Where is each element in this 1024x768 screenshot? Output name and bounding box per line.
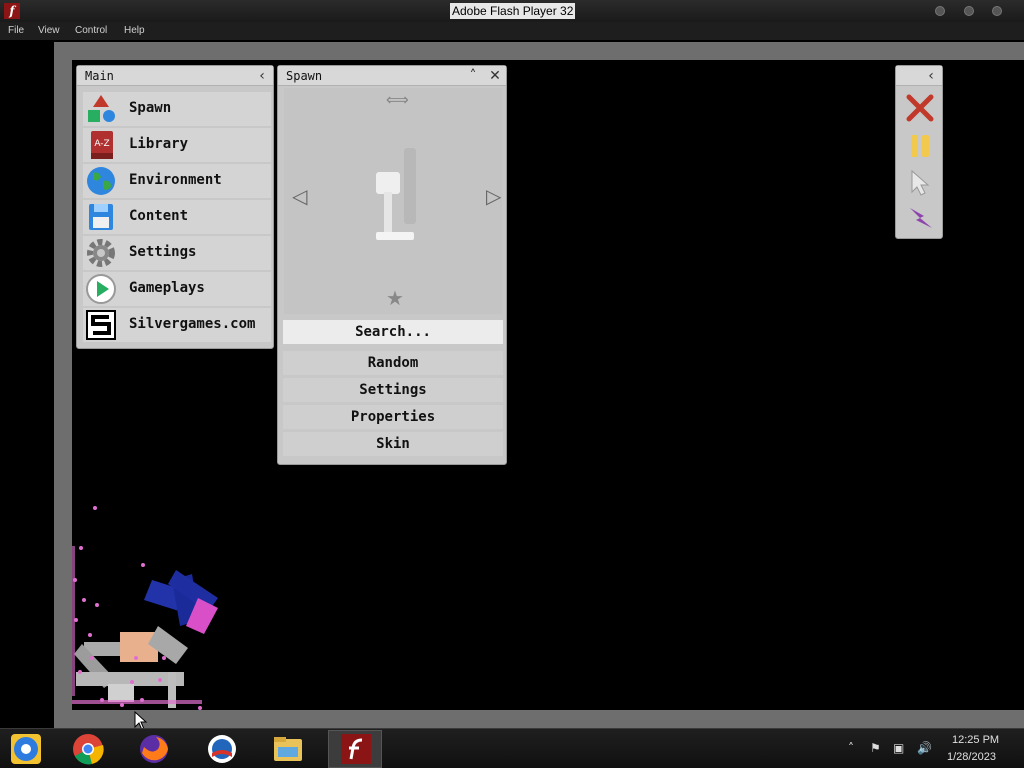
cursor-icon[interactable] [906,168,934,196]
clear-icon[interactable] [906,94,934,122]
prev-arrow-icon[interactable]: ◁ [292,184,307,208]
spawn-preview: ⟺ ◁ ▷ ★ [284,88,502,314]
clock-time[interactable]: 12:25 PM [952,734,999,746]
flash-app-icon: f [4,3,20,19]
floppy-icon [89,204,113,230]
menu-item-spawn[interactable]: Spawn [83,92,271,126]
play-icon [86,274,116,304]
flip-arrows-icon[interactable]: ⟺ [386,90,409,109]
obama-campaign-icon[interactable] [206,733,238,765]
window-titlebar[interactable]: f Adobe Flash Player 32 [0,0,1024,22]
menu-control[interactable]: Control [75,25,107,36]
menu-item-environment[interactable]: Environment [83,164,271,198]
menu-item-library[interactable]: A-Z Library [83,128,271,162]
lightning-icon[interactable] [906,204,934,232]
spawn-panel-header[interactable]: Spawn ˄ ✕ [278,66,506,86]
main-panel: Main ‹ Spawn A-Z Library Environment Con… [76,65,274,349]
pause-icon[interactable] [906,132,934,160]
maximize-button[interactable] [964,6,974,16]
spawn-panel-title: Spawn [286,69,323,83]
silvergames-logo-icon [86,310,116,340]
menu-item-silvergames[interactable]: Silvergames.com [83,308,271,342]
close-button[interactable] [992,6,1002,16]
shapes-icon [88,95,115,122]
stage-border-bottom [54,710,1024,728]
stage-border-left [54,42,72,728]
main-panel-header[interactable]: Main ‹ [77,66,273,86]
screen: f Adobe Flash Player 32 File View Contro… [0,0,1024,768]
menu-item-label: Spawn [129,100,172,116]
ragdoll-figure [74,570,218,708]
menu-file[interactable]: File [8,25,24,36]
menu-item-label: Settings [129,244,197,260]
gear-icon [87,239,115,267]
tool-panel-header[interactable]: ‹ [896,66,942,86]
next-arrow-icon[interactable]: ▷ [486,184,501,208]
flash-player-icon[interactable] [340,733,372,765]
main-panel-title: Main [85,69,114,83]
spawn-panel: Spawn ˄ ✕ ⟺ ◁ ▷ ★ Search... Random Setti… [277,65,507,465]
chrome-icon[interactable] [72,733,104,765]
menu-item-label: Environment [129,172,222,188]
file-explorer-icon[interactable] [272,733,304,765]
skin-button[interactable]: Skin [283,432,503,456]
search-field[interactable]: Search... [283,320,503,344]
favorite-star-icon[interactable]: ★ [386,286,404,310]
properties-button[interactable]: Properties [283,405,503,429]
collapse-left-icon[interactable]: ‹ [253,67,271,85]
menu-item-settings[interactable]: Settings [83,236,271,270]
settings-button[interactable]: Settings [283,378,503,402]
globe-icon [87,167,115,195]
menu-item-label: Content [129,208,189,224]
firefox-icon[interactable] [138,733,170,765]
stage-border-top [54,42,1024,60]
close-icon[interactable]: ✕ [486,67,504,85]
menu-item-label: Silvergames.com [129,316,256,332]
menu-help[interactable]: Help [124,25,145,36]
menu-item-label: Library [129,136,189,152]
tool-panel: ‹ [895,65,943,239]
menu-item-content[interactable]: Content [83,200,271,234]
collapse-up-icon[interactable]: ˄ [464,67,482,85]
minimize-button[interactable] [935,6,945,16]
volume-icon[interactable]: 🔊 [917,741,932,755]
menu-item-label: Gameplays [129,280,205,296]
ragdoll-preview [376,148,416,240]
show-hidden-icons[interactable]: ˄ [848,741,854,755]
book-icon: A-Z [91,131,113,159]
random-button[interactable]: Random [283,351,503,375]
menu-item-gameplays[interactable]: Gameplays [83,272,271,306]
window-title: Adobe Flash Player 32 [450,3,576,19]
action-center-flag-icon[interactable]: ⚑ [870,741,881,755]
network-icon[interactable]: ▣ [893,741,904,755]
svg-text:A-Z: A-Z [94,139,109,149]
clock-date[interactable]: 1/28/2023 [947,751,996,763]
menu-bar: File View Control Help [0,22,1024,40]
collapse-left-icon[interactable]: ‹ [922,67,940,85]
menu-view[interactable]: View [38,25,60,36]
chromium-icon[interactable] [10,733,42,765]
taskbar: ˄ ⚑ ▣ 🔊 12:25 PM 1/28/2023 [0,728,1024,768]
